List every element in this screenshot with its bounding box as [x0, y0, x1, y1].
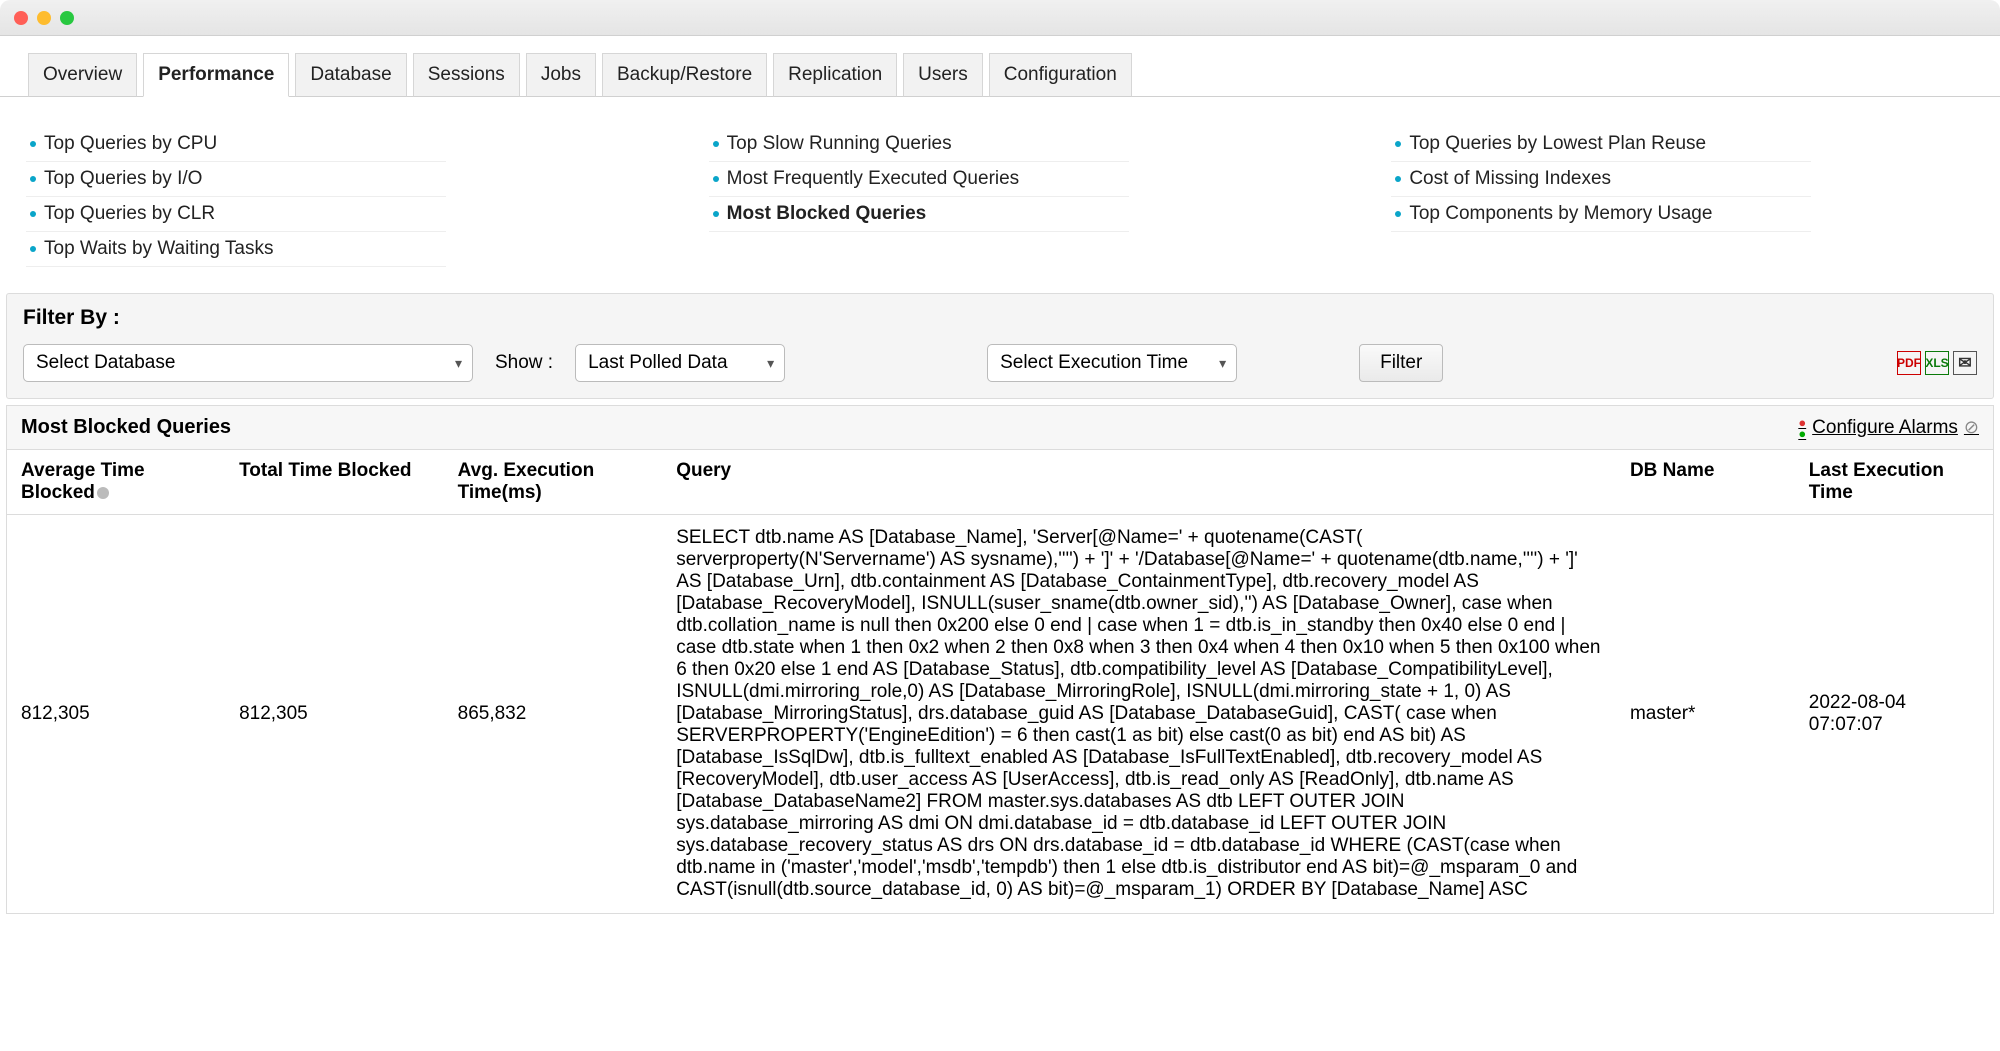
table-header-row: Average Time Blocked Total Time Blocked …	[7, 450, 1994, 515]
bullet-icon	[30, 141, 36, 147]
filter-title: Filter By :	[23, 306, 1977, 330]
link-missing-indexes[interactable]: Cost of Missing Indexes	[1391, 162, 1811, 197]
tab-sessions[interactable]: Sessions	[413, 53, 520, 97]
chevron-down-icon: ▾	[1219, 355, 1226, 372]
bullet-icon	[1395, 211, 1401, 217]
chevron-down-icon: ▾	[767, 355, 774, 372]
col-last-execution-time[interactable]: Last Execution Time	[1795, 450, 1994, 515]
link-label: Top Queries by I/O	[44, 168, 202, 190]
col-total-time-blocked[interactable]: Total Time Blocked	[225, 450, 444, 515]
cell-last-exec: 2022-08-04 07:07:07	[1795, 515, 1994, 914]
link-label: Top Slow Running Queries	[727, 133, 952, 155]
table-header-bar: Most Blocked Queries ●● Configure Alarms…	[6, 405, 1994, 450]
link-label: Cost of Missing Indexes	[1409, 168, 1611, 190]
alarm-led-icon: ●●	[1798, 418, 1806, 438]
select-value: Select Database	[36, 352, 175, 374]
cell-total-blocked: 812,305	[225, 515, 444, 914]
link-top-slow-queries[interactable]: Top Slow Running Queries	[709, 127, 1129, 162]
tab-configuration[interactable]: Configuration	[989, 53, 1132, 97]
link-top-queries-io[interactable]: Top Queries by I/O	[26, 162, 446, 197]
disabled-icon: ⊘	[1964, 417, 1979, 438]
bullet-icon	[713, 211, 719, 217]
bullet-icon	[1395, 176, 1401, 182]
link-label: Top Queries by CLR	[44, 203, 215, 225]
chevron-down-icon: ▾	[455, 355, 462, 372]
col-avg-execution-time[interactable]: Avg. Execution Time(ms)	[444, 450, 663, 515]
blocked-queries-table: Average Time Blocked Total Time Blocked …	[6, 450, 1994, 914]
col-db-name[interactable]: DB Name	[1616, 450, 1795, 515]
window-chrome	[0, 0, 2000, 36]
export-pdf-icon[interactable]: PDF	[1897, 351, 1921, 375]
bullet-icon	[30, 176, 36, 182]
table-row: 812,305 812,305 865,832 SELECT dtb.name …	[7, 515, 1994, 914]
bullet-icon	[30, 246, 36, 252]
select-value: Last Polled Data	[588, 352, 727, 374]
header-label: Average Time Blocked	[21, 460, 145, 503]
configure-alarms-label: Configure Alarms	[1812, 417, 1958, 439]
minimize-window-button[interactable]	[37, 11, 51, 25]
close-window-button[interactable]	[14, 11, 28, 25]
cell-query: SELECT dtb.name AS [Database_Name], 'Ser…	[662, 515, 1616, 914]
link-top-queries-cpu[interactable]: Top Queries by CPU	[26, 127, 446, 162]
col-query[interactable]: Query	[662, 450, 1616, 515]
configure-alarms-link[interactable]: ●● Configure Alarms ⊘	[1798, 417, 1979, 439]
link-label: Top Waits by Waiting Tasks	[44, 238, 273, 260]
export-icons: PDF XLS ✉	[1897, 351, 1977, 375]
link-top-queries-clr[interactable]: Top Queries by CLR	[26, 197, 446, 232]
link-lowest-plan-reuse[interactable]: Top Queries by Lowest Plan Reuse	[1391, 127, 1811, 162]
tab-overview[interactable]: Overview	[28, 53, 137, 97]
link-memory-usage[interactable]: Top Components by Memory Usage	[1391, 197, 1811, 232]
bullet-icon	[30, 211, 36, 217]
performance-sublinks: Top Queries by CPU Top Queries by I/O To…	[0, 97, 2000, 287]
link-most-blocked-queries[interactable]: Most Blocked Queries	[709, 197, 1129, 232]
link-label: Top Queries by Lowest Plan Reuse	[1409, 133, 1706, 155]
select-show[interactable]: Last Polled Data ▾	[575, 344, 785, 382]
cell-db-name: master*	[1616, 515, 1795, 914]
select-database[interactable]: Select Database ▾	[23, 344, 473, 382]
bullet-icon	[713, 176, 719, 182]
tab-jobs[interactable]: Jobs	[526, 53, 596, 97]
maximize-window-button[interactable]	[60, 11, 74, 25]
cell-avg-exec: 865,832	[444, 515, 663, 914]
link-most-frequent-queries[interactable]: Most Frequently Executed Queries	[709, 162, 1129, 197]
export-xls-icon[interactable]: XLS	[1925, 351, 1949, 375]
link-top-waits[interactable]: Top Waits by Waiting Tasks	[26, 232, 446, 267]
tab-replication[interactable]: Replication	[773, 53, 897, 97]
tab-performance[interactable]: Performance	[143, 53, 289, 97]
select-value: Select Execution Time	[1000, 352, 1188, 374]
bullet-icon	[1395, 141, 1401, 147]
link-label: Top Components by Memory Usage	[1409, 203, 1712, 225]
select-execution-time[interactable]: Select Execution Time ▾	[987, 344, 1237, 382]
export-mail-icon[interactable]: ✉	[1953, 351, 1977, 375]
tab-users[interactable]: Users	[903, 53, 983, 97]
table-title: Most Blocked Queries	[21, 416, 231, 439]
link-label: Most Frequently Executed Queries	[727, 168, 1020, 190]
filter-bar: Filter By : Select Database ▾ Show : Las…	[6, 293, 1994, 399]
tab-backup-restore[interactable]: Backup/Restore	[602, 53, 767, 97]
bullet-icon	[713, 141, 719, 147]
col-average-time-blocked[interactable]: Average Time Blocked	[7, 450, 226, 515]
show-label: Show :	[495, 352, 553, 374]
main-tabs: Overview Performance Database Sessions J…	[0, 36, 2000, 97]
filter-button[interactable]: Filter	[1359, 344, 1443, 382]
link-label: Top Queries by CPU	[44, 133, 217, 155]
sort-indicator-icon	[97, 487, 109, 499]
link-label: Most Blocked Queries	[727, 203, 927, 225]
tab-database[interactable]: Database	[295, 53, 406, 97]
cell-avg-blocked: 812,305	[7, 515, 226, 914]
